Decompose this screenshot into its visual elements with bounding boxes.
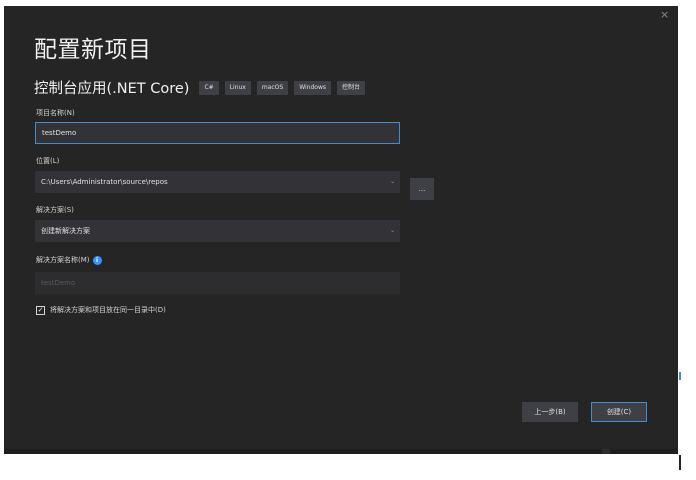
back-button[interactable]: 上一步(B) [522, 402, 578, 422]
close-icon[interactable]: × [660, 8, 669, 21]
edge-cursor [679, 455, 681, 470]
browse-label: ... [418, 185, 426, 193]
tag-windows: Windows [294, 80, 332, 95]
solution-value: 创建新解决方案 [41, 227, 90, 235]
dialog-footer [4, 449, 678, 454]
template-name: 控制台应用(.NET Core) [34, 81, 190, 97]
footer-grip [602, 449, 610, 454]
solution-name-value: testDemo [41, 279, 76, 287]
tag-macos: macOS [256, 80, 289, 95]
tag-linux: Linux [224, 80, 251, 95]
solution-dropdown[interactable]: 创建新解决方案 ⌄ [35, 220, 400, 242]
edge-accent [679, 372, 681, 380]
location-combobox[interactable]: C:\Users\Administrator\source\repos ⌄ [35, 171, 400, 193]
chevron-down-icon[interactable]: ⌄ [390, 178, 395, 185]
solution-label: 解决方案(S) [36, 206, 74, 214]
chevron-down-icon[interactable]: ⌄ [390, 227, 395, 234]
solution-name-label: 解决方案名称(M) i [36, 255, 102, 265]
project-name-value: testDemo [42, 129, 77, 137]
location-value: C:\Users\Administrator\source\repos [41, 178, 168, 186]
tag-csharp: C# [199, 80, 219, 95]
browse-button[interactable]: ... [410, 178, 434, 200]
tag-console: 控制台 [337, 80, 366, 95]
project-name-input[interactable]: testDemo [35, 122, 400, 144]
background-window-edge [680, 0, 696, 480]
info-icon[interactable]: i [92, 255, 102, 265]
back-button-label: 上一步(B) [534, 408, 566, 416]
location-label: 位置(L) [36, 157, 60, 165]
solution-name-label-text: 解决方案名称(M) [36, 256, 90, 264]
create-button[interactable]: 创建(C) [591, 402, 647, 422]
create-button-label: 创建(C) [606, 408, 632, 416]
template-header: 控制台应用(.NET Core) C# Linux macOS Windows … [34, 77, 371, 98]
configure-project-dialog: × 配置新项目 控制台应用(.NET Core) C# Linux macOS … [4, 6, 678, 454]
same-directory-checkbox[interactable]: ✓ [36, 305, 45, 315]
page-title: 配置新项目 [34, 37, 152, 63]
checkmark-icon: ✓ [37, 305, 44, 314]
same-directory-label: 将解决方案和项目放在同一目录中(D) [50, 306, 166, 314]
project-name-label: 项目名称(N) [36, 109, 75, 117]
solution-name-input[interactable]: testDemo [35, 272, 400, 294]
same-directory-option[interactable]: ✓ 将解决方案和项目放在同一目录中(D) [36, 305, 166, 315]
